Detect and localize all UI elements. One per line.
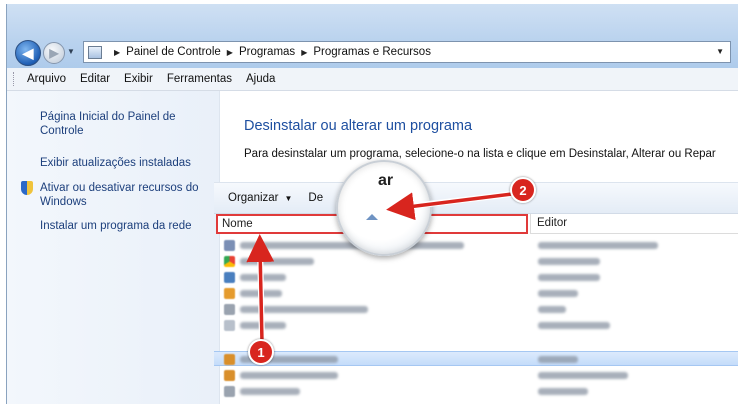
breadcrumb-programs-and-features[interactable]: Programas e Recursos [313,46,431,58]
chevron-down-icon: ▼ [284,194,293,203]
menu-file[interactable]: Arquivo [20,73,73,85]
organize-button[interactable]: Organizar ▼ [228,192,292,204]
callout-badge-2: 2 [510,177,536,203]
breadcrumb-programs[interactable]: Programas [239,46,295,58]
page-description: Para desinstalar um programa, selecione-… [244,148,716,160]
sort-ascending-icon [366,214,378,220]
title-bar: ◀ ▶ ▼ ▶ Painel de Controle ▶ Programas ▶… [7,4,738,69]
page-title: Desinstalar ou alterar um programa [244,118,473,134]
program-row[interactable] [214,238,738,253]
install-from-network-link[interactable]: Instalar um programa da rede [40,219,215,233]
back-arrow-icon: ◀ [22,44,34,61]
command-bar: Organizar ▼ De [214,182,738,214]
control-panel-home-link[interactable]: Página Inicial do Painel de Controle [40,110,215,138]
forward-button[interactable]: ▶ [43,42,65,64]
column-header-editor[interactable]: Editor [530,214,738,234]
program-row[interactable] [214,286,738,301]
program-row[interactable] [214,302,738,317]
forward-arrow-icon: ▶ [49,46,59,60]
breadcrumb-separator-icon[interactable]: ▶ [301,48,307,57]
back-button[interactable]: ◀ [15,40,41,66]
view-installed-updates-link[interactable]: Exibir atualizações instaladas [40,156,215,170]
magnifier-lens: ar [336,160,432,256]
program-row[interactable] [214,270,738,285]
organize-label: Organizar [228,192,279,204]
menu-help[interactable]: Ajuda [239,73,282,85]
program-row-selected[interactable] [214,351,738,366]
callout-badge-1: 1 [248,339,274,365]
menu-bar: Arquivo Editar Exibir Ferramentas Ajuda [7,68,738,91]
program-row[interactable] [214,254,738,269]
program-row[interactable] [214,368,738,383]
menu-edit[interactable]: Editar [73,73,117,85]
menubar-grip [13,72,16,86]
breadcrumb-separator-icon[interactable]: ▶ [114,48,120,57]
address-dropdown-icon[interactable]: ▼ [716,47,724,56]
breadcrumb-control-panel[interactable]: Painel de Controle [126,46,221,58]
breadcrumb-separator-icon[interactable]: ▶ [227,48,233,57]
uninstall-button[interactable]: De [308,192,323,204]
address-bar[interactable]: ▶ Painel de Controle ▶ Programas ▶ Progr… [83,41,731,63]
control-panel-icon [88,45,102,59]
magnified-text: ar [378,172,394,189]
shield-icon [21,181,33,195]
history-dropdown-icon[interactable]: ▼ [67,47,75,56]
program-row[interactable] [214,384,738,399]
windows-features-link[interactable]: Ativar ou desativar recursos do Windows [40,181,215,209]
menu-tools[interactable]: Ferramentas [160,73,239,85]
menu-view[interactable]: Exibir [117,73,160,85]
program-row[interactable] [214,318,738,333]
